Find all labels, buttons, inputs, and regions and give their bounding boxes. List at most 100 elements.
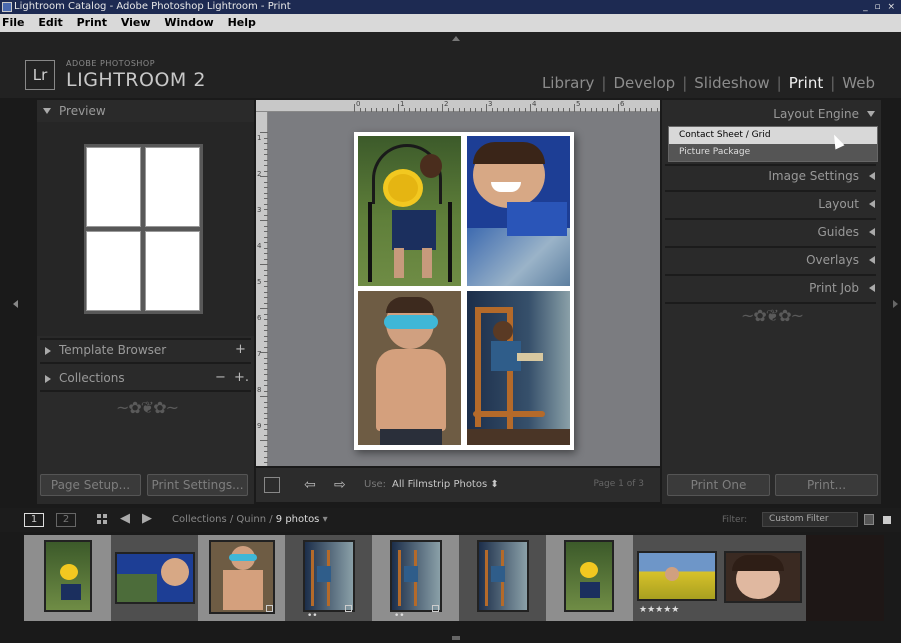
identity-plate: Lr ADOBE PHOTOSHOP LIGHTROOM 2 Library | D… xyxy=(0,32,901,98)
ruler-tick xyxy=(264,346,268,348)
ruler-tick xyxy=(596,108,597,112)
module-print[interactable]: Print xyxy=(789,74,824,92)
image-settings-header[interactable]: Image Settings xyxy=(662,164,881,188)
ruler-tick xyxy=(260,308,268,309)
ruler-tick xyxy=(453,108,454,112)
photo-goggles-boy[interactable] xyxy=(358,291,461,445)
filter-select[interactable]: Custom Filter xyxy=(762,512,858,527)
primary-window-button[interactable]: 1 xyxy=(24,513,44,527)
ruler-tick xyxy=(502,108,504,112)
ruler-tick xyxy=(264,330,268,331)
filmstrip-cell[interactable] xyxy=(111,535,198,621)
ruler-tick xyxy=(264,445,268,447)
secondary-window-button[interactable]: 2 xyxy=(56,513,76,527)
filmstrip-cell[interactable]: ★★★★★ xyxy=(633,535,720,621)
previous-page-icon[interactable]: ⇦ xyxy=(304,477,316,493)
template-browser-header[interactable]: Template Browser xyxy=(37,340,254,360)
filmstrip-cell[interactable] xyxy=(546,535,633,621)
ruler-number: 7 xyxy=(257,350,262,358)
grid-view-icon[interactable] xyxy=(97,514,108,525)
print-settings-button[interactable]: Print Settings... xyxy=(147,474,248,496)
preview-cell xyxy=(145,231,200,311)
photo-sunflower-boy[interactable] xyxy=(358,136,461,286)
module-library[interactable]: Library xyxy=(542,74,594,92)
menu-print[interactable]: Print xyxy=(77,16,107,29)
filmstrip-cell[interactable] xyxy=(459,535,546,621)
layout-header[interactable]: Layout xyxy=(662,192,881,216)
option-picture-package[interactable]: Picture Package xyxy=(669,144,877,161)
menu-window[interactable]: Window xyxy=(164,16,213,29)
source-breadcrumb[interactable]: Collections / Quinn / 9 photos ▾ xyxy=(172,514,328,525)
star-rating[interactable]: ★★★★★ xyxy=(639,605,679,615)
ruler-tick xyxy=(381,108,383,112)
ruler-tick xyxy=(264,368,268,370)
collapse-left-panel-icon[interactable] xyxy=(13,300,18,308)
ruler-tick xyxy=(365,108,366,112)
print-job-header[interactable]: Print Job xyxy=(662,276,881,300)
filter-toggle-icon[interactable] xyxy=(883,516,891,524)
add-template-icon[interactable]: + xyxy=(235,342,246,357)
remove-collection-icon[interactable]: − xyxy=(215,370,226,385)
ruler-tick xyxy=(264,313,268,315)
collapsed-triangle-icon xyxy=(45,347,51,355)
module-slideshow[interactable]: Slideshow xyxy=(694,74,769,92)
photo-smiling-boy[interactable] xyxy=(467,136,570,286)
ruler-tick xyxy=(623,108,625,112)
ruler-tick xyxy=(376,108,377,112)
ruler-tick xyxy=(264,357,268,359)
layout-engine-header[interactable]: Layout Engine xyxy=(662,102,881,126)
ruler-tick xyxy=(264,236,268,238)
window-controls[interactable]: _ ▫ × xyxy=(863,0,897,14)
show-page-icon[interactable] xyxy=(264,477,280,493)
photo-rocking-chair-boy[interactable] xyxy=(467,291,570,445)
preview-cell xyxy=(145,147,200,227)
filter-lock-icon[interactable] xyxy=(864,514,874,525)
back-arrow-icon[interactable]: ◀ xyxy=(120,511,130,526)
use-photos-select[interactable]: All Filmstrip Photos ⬍ xyxy=(392,479,499,490)
ruler-tick xyxy=(530,104,531,112)
print-job-label: Print Job xyxy=(809,281,859,295)
filmstrip-cell[interactable]: •• xyxy=(372,535,459,621)
ruler-tick xyxy=(447,108,449,112)
ruler-tick xyxy=(264,148,268,150)
filmstrip-cell[interactable] xyxy=(198,535,285,621)
collapsed-triangle-icon xyxy=(45,375,51,383)
expand-triangle-icon xyxy=(867,111,875,117)
guides-header[interactable]: Guides xyxy=(662,220,881,244)
ruler-tick xyxy=(541,108,542,112)
module-picker: Library | Develop | Slideshow | Print | Web xyxy=(541,74,875,92)
collapse-right-panel-icon[interactable] xyxy=(893,300,898,308)
forward-arrow-icon[interactable]: ▶ xyxy=(142,511,152,526)
option-contact-sheet[interactable]: Contact Sheet / Grid xyxy=(669,127,877,144)
filmstrip-cell[interactable] xyxy=(720,535,807,621)
module-develop[interactable]: Develop xyxy=(613,74,675,92)
menu-help[interactable]: Help xyxy=(228,16,256,29)
ruler-tick xyxy=(264,258,268,260)
print-button[interactable]: Print... xyxy=(775,474,878,496)
ruler-tick xyxy=(398,104,399,112)
ruler-tick xyxy=(458,108,460,112)
filmstrip-empty-area xyxy=(806,535,884,621)
filmstrip-cell[interactable]: •• xyxy=(285,535,372,621)
thumbnail-rocking-chair-2 xyxy=(390,540,442,612)
add-collection-icon[interactable]: +. xyxy=(234,370,249,385)
ruler-tick xyxy=(354,104,355,112)
print-one-button[interactable]: Print One xyxy=(667,474,770,496)
ruler-tick xyxy=(579,108,581,112)
layout-engine-dropdown[interactable]: Contact Sheet / Grid Picture Package xyxy=(668,126,878,162)
ruler-tick xyxy=(260,264,268,265)
overlays-header[interactable]: Overlays xyxy=(662,248,881,272)
collapse-top-panel-icon[interactable] xyxy=(452,36,460,41)
preview-panel-header[interactable]: Preview xyxy=(37,101,254,121)
collapse-bottom-panel-icon[interactable] xyxy=(452,636,460,640)
menu-file[interactable]: File xyxy=(2,16,25,29)
menu-edit[interactable]: Edit xyxy=(38,16,62,29)
print-page xyxy=(354,132,574,450)
module-web[interactable]: Web xyxy=(842,74,875,92)
ruler-tick xyxy=(260,132,268,133)
menu-view[interactable]: View xyxy=(121,16,151,29)
filmstrip-cell[interactable] xyxy=(24,535,111,621)
page-setup-button[interactable]: Page Setup... xyxy=(40,474,141,496)
next-page-icon[interactable]: ⇨ xyxy=(334,477,346,493)
thumbnail-rocking-chair-1 xyxy=(303,540,355,612)
